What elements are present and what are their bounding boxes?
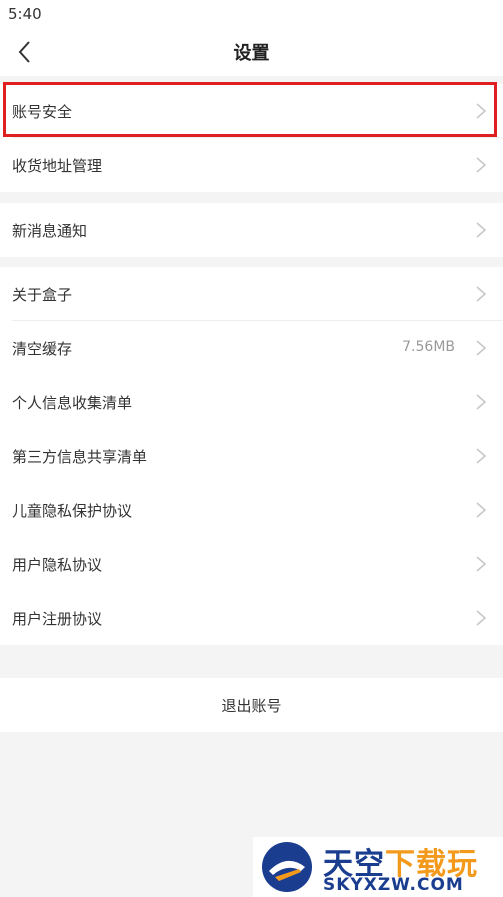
settings-group-account: 账号安全 收货地址管理 <box>0 84 503 192</box>
settings-group-about: 关于盒子 清空缓存 7.56MB 个人信息收集清单 第三方信息共享清单 儿童隐私… <box>0 267 503 645</box>
chevron-right-icon <box>476 502 487 518</box>
nav-bar: 设置 <box>0 28 503 76</box>
settings-item-label: 用户隐私协议 <box>12 556 103 574</box>
settings-group-notifications: 新消息通知 <box>0 203 503 257</box>
watermark-logo: 天空下载玩 SKYXZW.COM <box>253 837 503 897</box>
settings-item-personal-info-list[interactable]: 个人信息收集清单 <box>0 375 503 429</box>
status-time: 5:40 <box>8 5 42 23</box>
settings-item-user-privacy[interactable]: 用户隐私协议 <box>0 537 503 591</box>
chevron-right-icon <box>476 286 487 302</box>
settings-item-label: 关于盒子 <box>12 286 73 304</box>
chevron-right-icon <box>476 394 487 410</box>
settings-item-third-party-sharing[interactable]: 第三方信息共享清单 <box>0 429 503 483</box>
chevron-right-icon <box>476 610 487 626</box>
chevron-right-icon <box>476 556 487 572</box>
airplane-logo-icon <box>262 842 312 892</box>
settings-item-label: 个人信息收集清单 <box>12 394 133 412</box>
chevron-right-icon <box>476 103 487 119</box>
settings-item-clear-cache[interactable]: 清空缓存 7.56MB <box>0 321 503 375</box>
page-title: 设置 <box>233 43 270 64</box>
logout-label: 退出账号 <box>221 697 282 715</box>
chevron-right-icon <box>476 340 487 356</box>
settings-item-label: 儿童隐私保护协议 <box>12 502 133 520</box>
settings-item-label: 新消息通知 <box>12 222 88 240</box>
watermark-url: SKYXZW.COM <box>323 875 464 895</box>
settings-item-account-security[interactable]: 账号安全 <box>0 84 503 138</box>
settings-item-label: 清空缓存 <box>12 340 73 358</box>
cache-size-value: 7.56MB <box>402 339 455 355</box>
chevron-right-icon <box>476 448 487 464</box>
settings-item-user-registration[interactable]: 用户注册协议 <box>0 591 503 645</box>
settings-item-label: 第三方信息共享清单 <box>12 448 148 466</box>
status-bar: 5:40 <box>0 0 503 28</box>
logout-button[interactable]: 退出账号 <box>0 678 503 732</box>
chevron-right-icon <box>476 222 487 238</box>
settings-item-address[interactable]: 收货地址管理 <box>0 138 503 192</box>
settings-item-label: 账号安全 <box>12 103 73 121</box>
settings-item-about[interactable]: 关于盒子 <box>0 267 503 321</box>
settings-item-notifications[interactable]: 新消息通知 <box>0 203 503 257</box>
chevron-right-icon <box>476 157 487 173</box>
settings-item-label: 收货地址管理 <box>12 157 103 175</box>
settings-item-child-privacy[interactable]: 儿童隐私保护协议 <box>0 483 503 537</box>
settings-item-label: 用户注册协议 <box>12 610 103 628</box>
